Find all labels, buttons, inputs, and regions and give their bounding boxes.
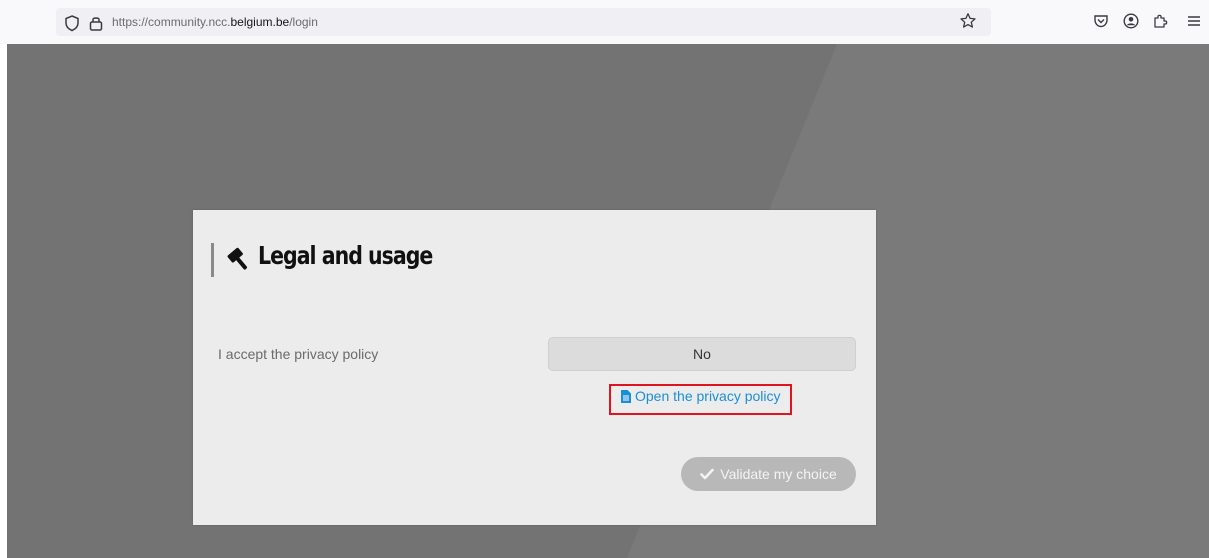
url-prefix: https://community.ncc. xyxy=(112,15,231,29)
browser-toolbar: https://community.ncc.belgium.be/login xyxy=(0,0,1209,44)
url-path: /login xyxy=(289,15,318,29)
accept-toggle-value: No xyxy=(693,346,711,362)
validate-choice-label: Validate my choice xyxy=(720,466,837,482)
check-icon xyxy=(700,468,715,480)
account-icon[interactable] xyxy=(1122,12,1140,30)
shield-icon[interactable] xyxy=(63,14,81,32)
accept-toggle-button[interactable]: No xyxy=(548,337,856,371)
lock-icon[interactable] xyxy=(87,14,105,32)
pocket-icon[interactable] xyxy=(1092,12,1110,30)
privacy-policy-label: I accept the privacy policy xyxy=(218,346,379,362)
url-text[interactable]: https://community.ncc.belgium.be/login xyxy=(112,15,318,29)
privacy-policy-link-label: Open the privacy policy xyxy=(635,388,781,404)
validate-choice-button[interactable]: Validate my choice xyxy=(681,457,856,491)
url-domain: belgium.be xyxy=(230,15,290,29)
gavel-icon xyxy=(227,247,248,270)
legal-dialog: Legal and usage I accept the privacy pol… xyxy=(193,210,876,525)
extensions-icon[interactable] xyxy=(1151,12,1169,30)
document-icon xyxy=(621,389,631,403)
open-privacy-policy-link[interactable]: Open the privacy policy xyxy=(621,388,781,404)
menu-icon[interactable] xyxy=(1185,12,1203,30)
title-accent-bar xyxy=(211,243,214,277)
star-icon[interactable] xyxy=(959,12,977,30)
dialog-title: Legal and usage xyxy=(258,241,433,270)
